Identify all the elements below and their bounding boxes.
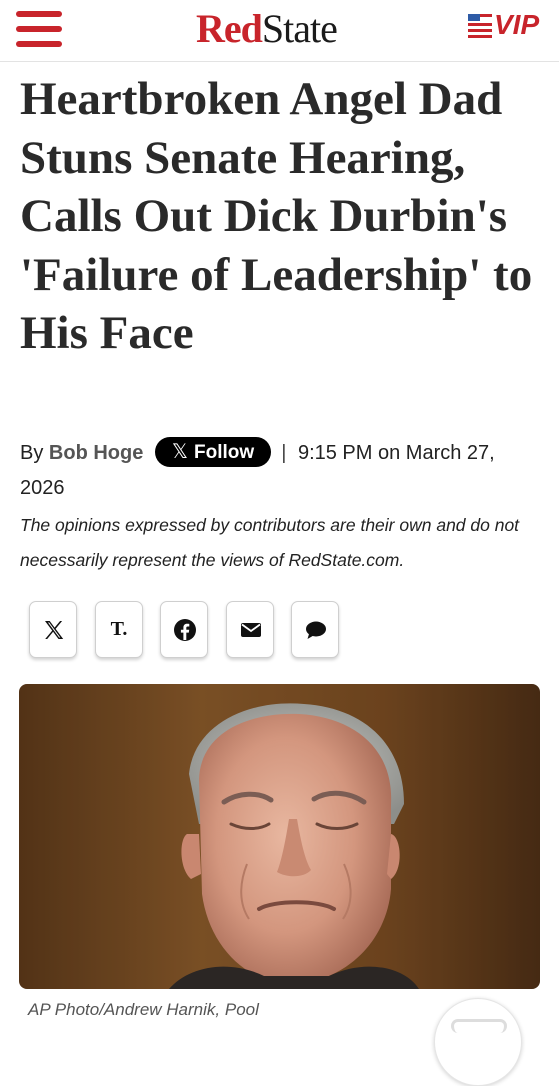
flag-icon: [468, 14, 492, 38]
hamburger-menu-icon[interactable]: [16, 11, 62, 47]
opinion-disclaimer: The opinions expressed by contributors a…: [20, 515, 520, 570]
share-comment-button[interactable]: [291, 601, 339, 658]
x-logo-icon: 𝕏: [171, 440, 189, 463]
share-email-button[interactable]: [226, 601, 274, 658]
site-header: RedState VIP: [0, 0, 559, 62]
redstate-logo[interactable]: RedState: [196, 7, 338, 51]
article-hero-photo[interactable]: [19, 684, 540, 989]
floating-action-button[interactable]: [434, 998, 522, 1086]
byline-separator: |: [281, 442, 287, 464]
article-headline: Heartbroken Angel Dad Stuns Senate Heari…: [20, 73, 533, 359]
floating-button-icon: [451, 1019, 507, 1033]
facebook-icon: [174, 619, 196, 641]
share-x-button[interactable]: [29, 601, 77, 658]
byline: By Bob Hoge 𝕏 Follow | 9:15 PM on March 27…: [20, 436, 540, 506]
share-truth-social-button[interactable]: T.: [95, 601, 143, 658]
comment-icon: [306, 621, 326, 639]
photo-caption: AP Photo/Andrew Harnik, Pool: [28, 1000, 259, 1019]
share-facebook-button[interactable]: [160, 601, 208, 658]
email-icon: [241, 623, 261, 637]
x-logo-icon: [45, 621, 64, 639]
photo-image: [19, 684, 540, 989]
author-link[interactable]: Bob Hoge: [49, 442, 143, 464]
by-prefix: By: [20, 442, 44, 464]
truth-social-icon: T.: [110, 618, 128, 640]
vip-label: VIP: [494, 9, 540, 40]
follow-on-x-button[interactable]: 𝕏 Follow: [154, 436, 272, 467]
